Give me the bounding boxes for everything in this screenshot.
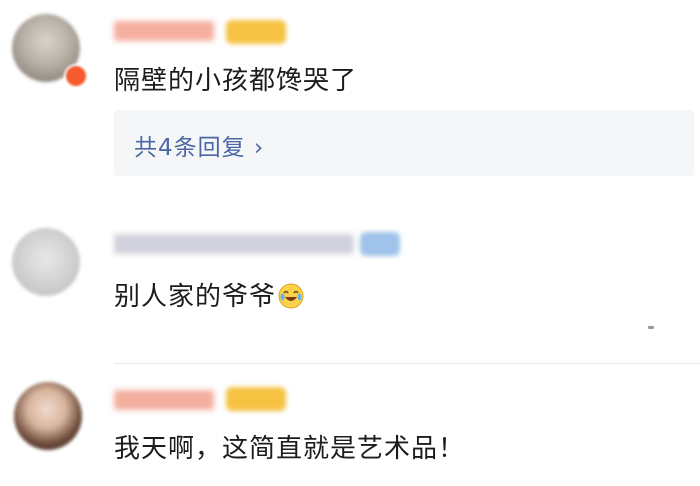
member-badge-icon <box>360 232 400 256</box>
avatar[interactable] <box>12 228 80 296</box>
username-blurred[interactable] <box>114 21 214 41</box>
username-blurred[interactable] <box>114 390 214 410</box>
member-badge-icon <box>226 20 286 44</box>
avatar[interactable] <box>14 382 82 450</box>
divider <box>114 363 700 364</box>
comment-text: 别人家的爷爷 <box>114 276 304 313</box>
more-mark <box>648 326 654 329</box>
comment-text: 我天啊，这简直就是艺术品！ <box>114 434 466 464</box>
username-blurred[interactable] <box>114 234 354 254</box>
member-badge-icon <box>226 387 286 411</box>
reply-summary[interactable]: 共4条回复 › <box>114 110 694 176</box>
vip-icon <box>64 64 88 88</box>
comment-text: 隔壁的小孩都馋哭了 <box>114 66 358 96</box>
comment-text-content: 别人家的爷爷 <box>114 282 277 312</box>
view-replies-link[interactable]: 共4条回复 › <box>134 128 264 162</box>
laughing-crying-emoji-icon <box>278 283 304 309</box>
